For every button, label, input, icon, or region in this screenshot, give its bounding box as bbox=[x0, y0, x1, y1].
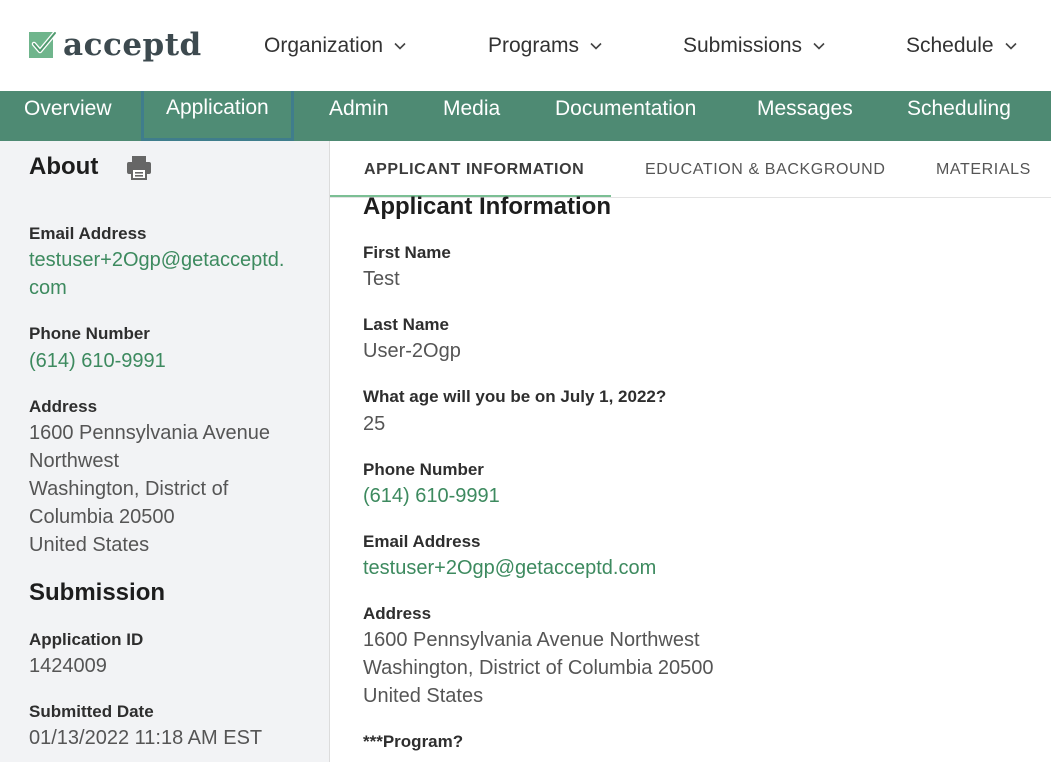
last-name-label: Last Name bbox=[363, 315, 449, 334]
brand-logo[interactable]: acceptd bbox=[29, 28, 202, 62]
submission-heading: Submission bbox=[29, 579, 166, 606]
topnav-programs[interactable]: Programs bbox=[488, 32, 603, 60]
email-link-line1[interactable]: testuser+2Ogp@getacceptd. bbox=[29, 246, 284, 274]
about-sidebar: About Email Address testuser+2Ogp@getacc… bbox=[0, 141, 330, 762]
subtab-materials[interactable]: MATERIALS bbox=[936, 161, 1031, 179]
topnav-schedule[interactable]: Schedule bbox=[906, 32, 1018, 60]
address-line: Washington, District of bbox=[29, 478, 229, 500]
phone-link[interactable]: (614) 610-9991 bbox=[29, 347, 166, 375]
chevron-down-icon bbox=[813, 42, 825, 50]
last-name-value: User-2Ogp bbox=[363, 340, 461, 362]
applicant-address-line: Washington, District of Columbia 20500 bbox=[363, 657, 714, 679]
about-heading: About bbox=[29, 153, 99, 180]
address-line: United States bbox=[29, 534, 150, 556]
address-line: 1600 Pennsylvania Avenue bbox=[29, 422, 270, 444]
chevron-down-icon bbox=[394, 42, 406, 50]
address-line: Northwest bbox=[29, 450, 120, 472]
application-id-value: 1424009 bbox=[29, 655, 107, 677]
subtab-applicant-information[interactable]: APPLICANT INFORMATION bbox=[364, 161, 584, 179]
applicant-email-label: Email Address bbox=[363, 532, 481, 551]
topnav-submissions[interactable]: Submissions bbox=[683, 32, 826, 60]
topnav-schedule-label: Schedule bbox=[906, 34, 994, 57]
phone-label: Phone Number bbox=[29, 324, 150, 343]
tab-overview[interactable]: Overview bbox=[24, 91, 112, 141]
applicant-phone-label: Phone Number bbox=[363, 460, 484, 479]
tab-scheduling[interactable]: Scheduling bbox=[907, 91, 1011, 141]
main-tab-bar: Overview Application Admin Media Documen… bbox=[0, 91, 1051, 141]
printer-icon[interactable] bbox=[126, 154, 152, 180]
tab-application[interactable]: Application bbox=[141, 91, 294, 141]
email-label: Email Address bbox=[29, 224, 147, 243]
address-line: Columbia 20500 bbox=[29, 506, 175, 528]
address-label: Address bbox=[29, 397, 98, 416]
application-id-label: Application ID bbox=[29, 630, 144, 649]
topnav-organization-label: Organization bbox=[264, 34, 384, 57]
tab-admin[interactable]: Admin bbox=[329, 91, 389, 141]
top-header: acceptd Organization Programs Submission… bbox=[0, 0, 1051, 91]
applicant-information-heading: Applicant Information bbox=[363, 193, 611, 220]
tab-messages[interactable]: Messages bbox=[757, 91, 853, 141]
applicant-email-link[interactable]: testuser+2Ogp@getacceptd.com bbox=[363, 554, 656, 582]
submitted-date-value: 01/13/2022 11:18 AM EST bbox=[29, 727, 263, 749]
topnav-submissions-label: Submissions bbox=[683, 34, 803, 57]
program-question-label: ***Program? bbox=[363, 732, 464, 751]
tab-media[interactable]: Media bbox=[443, 91, 500, 141]
chevron-down-icon bbox=[1005, 42, 1017, 50]
topnav-organization[interactable]: Organization bbox=[264, 32, 407, 60]
email-link-line2[interactable]: com bbox=[29, 274, 67, 302]
applicant-address-line: United States bbox=[363, 685, 484, 707]
subtab-education-background[interactable]: EDUCATION & BACKGROUND bbox=[645, 161, 885, 179]
age-question-label: What age will you be on July 1, 2022? bbox=[363, 387, 667, 406]
age-value: 25 bbox=[363, 413, 386, 435]
chevron-down-icon bbox=[590, 42, 602, 50]
applicant-address-label: Address bbox=[363, 604, 432, 623]
applicant-address-line: 1600 Pennsylvania Avenue Northwest bbox=[363, 629, 700, 651]
tab-documentation[interactable]: Documentation bbox=[555, 91, 696, 141]
applicant-phone-link[interactable]: (614) 610-9991 bbox=[363, 482, 500, 510]
application-panel: APPLICANT INFORMATION EDUCATION & BACKGR… bbox=[330, 141, 1051, 762]
check-logo-icon bbox=[29, 30, 57, 58]
first-name-value: Test bbox=[363, 268, 400, 290]
brand-name: acceptd bbox=[63, 27, 202, 63]
first-name-label: First Name bbox=[363, 243, 451, 262]
submitted-date-label: Submitted Date bbox=[29, 702, 154, 721]
application-subtabs: APPLICANT INFORMATION EDUCATION & BACKGR… bbox=[330, 141, 1051, 198]
topnav-programs-label: Programs bbox=[488, 34, 580, 57]
